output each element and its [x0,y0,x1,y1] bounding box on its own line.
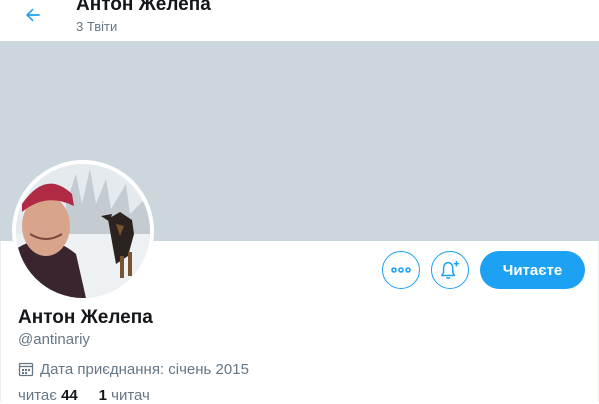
arrow-left-icon [26,8,40,22]
bell-plus-icon [441,260,460,279]
followers-link[interactable]: 1 читач [99,387,150,404]
avatar[interactable] [12,160,154,302]
join-date: Дата приєднання: січень 2015 [18,359,249,379]
following-count: 44 [61,387,78,404]
display-name: Антон Желепа [18,307,153,328]
followers-label: читач [111,387,150,404]
profile-header: Антон Желепа 3 Твіти [0,0,599,41]
following-button[interactable]: Читаєте [480,251,585,289]
following-link[interactable]: читає 44 [18,387,78,404]
following-label: читає [18,387,57,404]
tweet-count: 3 Твіти [76,19,118,34]
more-button[interactable] [382,251,420,289]
join-date-text: Дата приєднання: січень 2015 [40,360,249,378]
header-title: Антон Желепа [76,0,211,15]
profile-stats: читає 44 1 читач [18,387,150,404]
back-button[interactable] [14,0,52,30]
more-dots-icon [391,267,411,273]
username-handle: @antinariy [18,331,90,348]
followers-count: 1 [98,387,107,404]
notifications-button[interactable] [431,251,469,289]
calendar-icon [18,361,34,377]
